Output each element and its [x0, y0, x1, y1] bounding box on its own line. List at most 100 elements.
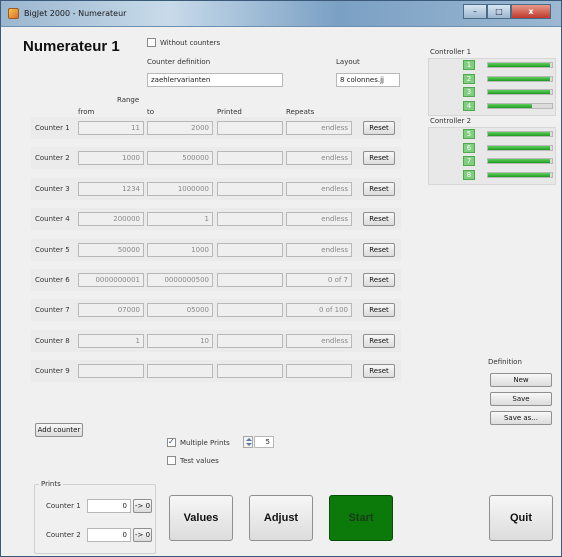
without-counters-checkbox[interactable]	[147, 38, 156, 47]
counter-from-field[interactable]: 50000	[78, 243, 144, 257]
prints-counter-1-reset-button[interactable]: -> 0	[133, 499, 152, 513]
counter-row-label: Counter 6	[35, 276, 70, 284]
counter-reset-button[interactable]: Reset	[363, 303, 395, 317]
counter-reset-button[interactable]: Reset	[363, 364, 395, 378]
add-counter-button[interactable]: Add counter	[35, 423, 83, 437]
channel-level-bar	[487, 103, 553, 109]
minimize-button[interactable]: –	[463, 4, 487, 19]
title-bar[interactable]: BigJet 2000 - Numerateur – □ x	[1, 1, 561, 27]
counter-reset-button[interactable]: Reset	[363, 121, 395, 135]
counter-to-field[interactable]: 1000000	[147, 182, 213, 196]
channel-level-bar	[487, 145, 553, 151]
multiple-prints-checkbox[interactable]	[167, 437, 176, 447]
page-title: Numerateur 1	[23, 38, 120, 55]
counter-row-label: Counter 7	[35, 306, 70, 314]
prints-group-title: Prints	[39, 480, 63, 488]
start-button[interactable]: Start	[329, 495, 393, 541]
multiple-prints-count[interactable]: 5	[254, 436, 274, 448]
channel-number: 5	[463, 129, 475, 139]
layout-label: Layout	[336, 58, 360, 66]
channel-level-fill	[488, 146, 551, 150]
close-button[interactable]: x	[511, 4, 551, 19]
counter-from-field[interactable]: 07000	[78, 303, 144, 317]
save-as-definition-button[interactable]: Save as...	[490, 411, 552, 425]
counter-printed-field	[217, 182, 283, 196]
new-definition-button[interactable]: New	[490, 373, 552, 387]
channel-level-bar	[487, 131, 553, 137]
maximize-button[interactable]: □	[487, 4, 511, 19]
counter-to-field[interactable]: 0000000500	[147, 273, 213, 287]
col-header-to: to	[147, 108, 155, 116]
counter-row-label: Counter 8	[35, 337, 70, 345]
prints-group: Prints	[34, 480, 156, 554]
adjust-button[interactable]: Adjust	[249, 495, 313, 541]
counter-printed-field	[217, 303, 283, 317]
channel-level-fill	[488, 159, 551, 163]
counter-repeats-field: endless	[286, 121, 352, 135]
counter-repeats-field: 0 of 7	[286, 273, 352, 287]
counter-repeats-field: endless	[286, 334, 352, 348]
channel-level-fill	[488, 63, 551, 67]
channel-number: 1	[463, 60, 475, 70]
counter-from-field[interactable]: 200000	[78, 212, 144, 226]
save-definition-button[interactable]: Save	[490, 392, 552, 406]
col-header-repeats: Repeats	[286, 108, 315, 116]
counter-to-field[interactable]	[147, 364, 213, 378]
counter-from-field[interactable]	[78, 364, 144, 378]
multiple-prints-spinner[interactable]	[243, 436, 253, 448]
counter-reset-button[interactable]: Reset	[363, 151, 395, 165]
counter-row-label: Counter 3	[35, 185, 70, 193]
counter-to-field[interactable]: 2000	[147, 121, 213, 135]
counter-reset-button[interactable]: Reset	[363, 334, 395, 348]
counter-to-field[interactable]: 1000	[147, 243, 213, 257]
counter-from-field[interactable]: 0000000001	[78, 273, 144, 287]
counter-row-label: Counter 2	[35, 154, 70, 162]
col-header-printed: Printed	[217, 108, 242, 116]
channel-level-fill	[488, 90, 551, 94]
channel-number: 3	[463, 87, 475, 97]
counter-reset-button[interactable]: Reset	[363, 273, 395, 287]
counter-row-label: Counter 4	[35, 215, 70, 223]
counter-reset-button[interactable]: Reset	[363, 182, 395, 196]
channel-level-bar	[487, 89, 553, 95]
app-icon	[8, 8, 19, 19]
test-values-label: Test values	[180, 457, 219, 465]
counter-to-field[interactable]: 05000	[147, 303, 213, 317]
prints-counter-2-label: Counter 2	[46, 531, 81, 539]
prints-counter-2-value[interactable]: 0	[87, 528, 131, 542]
counter-reset-button[interactable]: Reset	[363, 243, 395, 257]
prints-counter-1-value[interactable]: 0	[87, 499, 131, 513]
layout-field[interactable]: 8 colonnes.jj	[336, 73, 400, 87]
counter-reset-button[interactable]: Reset	[363, 212, 395, 226]
counter-repeats-field: endless	[286, 212, 352, 226]
quit-button[interactable]: Quit	[489, 495, 553, 541]
channel-number: 2	[463, 74, 475, 84]
counter-repeats-field: endless	[286, 151, 352, 165]
values-button[interactable]: Values	[169, 495, 233, 541]
col-header-from: from	[78, 108, 95, 116]
counter-repeats-field	[286, 364, 352, 378]
counter-from-field[interactable]: 11	[78, 121, 144, 135]
test-values-checkbox[interactable]	[167, 456, 176, 465]
counter-repeats-field: endless	[286, 182, 352, 196]
counter-to-field[interactable]: 500000	[147, 151, 213, 165]
controller-title: Controller 1	[430, 48, 472, 56]
channel-number: 7	[463, 156, 475, 166]
counter-row-label: Counter 9	[35, 367, 70, 375]
counter-printed-field	[217, 212, 283, 226]
range-label: Range	[117, 96, 140, 104]
counter-from-field[interactable]: 1234	[78, 182, 144, 196]
prints-counter-2-reset-button[interactable]: -> 0	[133, 528, 152, 542]
counter-definition-field[interactable]: zaehlervarianten	[147, 73, 283, 87]
counter-to-field[interactable]: 10	[147, 334, 213, 348]
channel-number: 4	[463, 101, 475, 111]
counter-printed-field	[217, 364, 283, 378]
channel-level-bar	[487, 76, 553, 82]
counter-to-field[interactable]: 1	[147, 212, 213, 226]
definition-label: Definition	[488, 358, 522, 366]
window-title: BigJet 2000 - Numerateur	[24, 9, 127, 18]
controller-title: Controller 2	[430, 117, 472, 125]
channel-level-fill	[488, 132, 551, 136]
counter-from-field[interactable]: 1	[78, 334, 144, 348]
counter-from-field[interactable]: 1000	[78, 151, 144, 165]
